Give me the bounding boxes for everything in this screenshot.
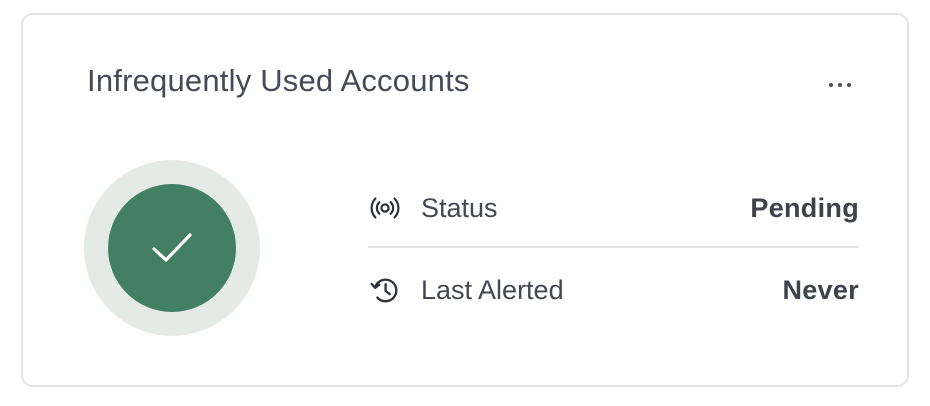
last-alerted-row: Last Alerted Never (368, 270, 859, 310)
status-label: Status (421, 192, 498, 223)
more-dot (838, 83, 842, 87)
more-options-button[interactable] (820, 73, 860, 97)
card-title: Infrequently Used Accounts (87, 63, 470, 98)
status-value: Pending (750, 192, 859, 223)
last-alerted-label: Last Alerted (421, 274, 564, 305)
broadcast-icon (368, 191, 402, 225)
status-indicator (84, 160, 260, 336)
history-icon (368, 273, 402, 307)
row-divider (368, 246, 859, 248)
more-dot (847, 83, 851, 87)
status-indicator-disc (108, 184, 236, 312)
more-horizontal-icon (829, 83, 833, 87)
last-alerted-value: Never (782, 274, 859, 305)
infrequently-used-accounts-card: Infrequently Used Accounts Status Pendin… (21, 13, 909, 387)
status-row: Status Pending (368, 188, 859, 228)
checkmark-icon (152, 233, 192, 262)
